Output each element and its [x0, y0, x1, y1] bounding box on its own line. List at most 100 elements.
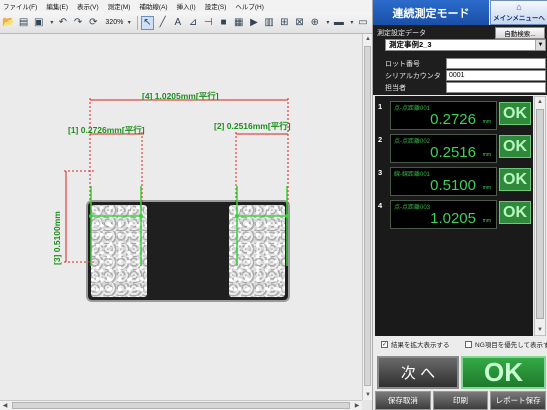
image-viewport[interactable]: [4] 1.0205mm[平行] [1] 0.2726mm[平行] [2] 0.…: [0, 34, 362, 400]
color-fill-icon[interactable]: ■: [217, 16, 229, 30]
result-number: 2: [378, 135, 383, 144]
scroll-corner: [362, 400, 372, 410]
select-pointer-icon[interactable]: ↖: [141, 15, 154, 30]
discard-save-button[interactable]: 保存取消: [375, 391, 431, 410]
lot-number-label: ロット番号: [385, 61, 420, 68]
chevron-down-icon[interactable]: ▼: [535, 40, 545, 50]
line-width-icon[interactable]: ▬: [333, 16, 345, 30]
camera-dropdown-icon[interactable]: ▾: [48, 16, 56, 30]
save-report-button[interactable]: レポート保存: [490, 391, 547, 410]
result-ok-badge: OK: [499, 102, 531, 125]
setting-data-select[interactable]: 測定事例2_3 ▼: [385, 39, 546, 51]
next-button[interactable]: 次 へ: [377, 356, 459, 389]
image-vertical-scrollbar[interactable]: ▲ ▼: [362, 34, 372, 400]
crosshair-icon[interactable]: ⊕: [309, 16, 321, 30]
serial-counter-label: シリアルカウンタ: [385, 73, 441, 80]
image-horizontal-scrollbar[interactable]: ◀ ▶: [0, 400, 362, 410]
dimension-label-3[interactable]: [3] 0.5100mm: [52, 211, 62, 265]
text-tool-icon[interactable]: A: [172, 16, 184, 30]
ng-first-option[interactable]: NG項目を優先して表示する: [465, 339, 547, 349]
measure-point[interactable]: [235, 214, 239, 218]
result-unit: mm: [482, 218, 491, 224]
grid-icon[interactable]: ▦: [233, 16, 245, 30]
scroll-thumb[interactable]: [364, 46, 371, 386]
save-icon[interactable]: ▤: [17, 16, 29, 30]
dimension-tool-icon[interactable]: ⊣: [202, 16, 214, 30]
result-ok-badge: OK: [499, 168, 531, 191]
line-width-dropdown-icon[interactable]: ▾: [348, 16, 356, 30]
zoom-dropdown-icon[interactable]: ▾: [125, 16, 133, 30]
toolbar: 📂 ▤ ▣ ▾ ↶ ↷ ⟳ 320% ▾ ↖ ╱ A ⊿ ⊣ ■ ▦ ▶ ▥ ⊞…: [0, 12, 372, 34]
result-value-box: 線-線距離001 0.5100 mm: [390, 167, 497, 196]
result-row[interactable]: 4 点-点距離003 1.0205 mm OK: [375, 197, 533, 230]
bottom-buttons: 保存取消 印刷 レポート保存: [373, 391, 547, 410]
menu-edit[interactable]: 編集(E): [46, 1, 68, 11]
menu-help[interactable]: ヘルプ(H): [235, 1, 264, 11]
dimension-label-1[interactable]: [1] 0.2726mm[平行]: [68, 124, 145, 136]
measure-point[interactable]: [139, 214, 143, 218]
menu-file[interactable]: ファイル(F): [3, 1, 37, 11]
ng-first-checkbox[interactable]: [465, 340, 472, 348]
result-name: 点-点距離002: [394, 139, 431, 145]
play-icon[interactable]: ▶: [248, 16, 260, 30]
lot-number-field[interactable]: [446, 58, 546, 69]
results-list: 1 点-点距離001 0.2726 mm OK 2 点-点距離002 0.251…: [375, 96, 533, 336]
camera-icon[interactable]: ▣: [33, 16, 45, 30]
enlarge-results-label: 結果を拡大表示する: [391, 342, 450, 349]
serial-counter-field[interactable]: 0001: [446, 70, 546, 81]
open-folder-icon[interactable]: 📂: [2, 16, 14, 30]
enlarge-results-option[interactable]: ✓ 結果を拡大表示する: [381, 339, 450, 349]
scroll-down-icon[interactable]: ▼: [535, 325, 545, 335]
menu-bar: ファイル(F) 編集(E) 表示(V) 測定(M) 補助線(A) 挿入(I) 設…: [0, 0, 372, 12]
crosshair-dropdown-icon[interactable]: ▾: [324, 16, 332, 30]
dimension-label-2[interactable]: [2] 0.2516mm[平行]: [214, 120, 291, 132]
overall-ok-indicator: OK: [461, 356, 546, 389]
main-menu-button[interactable]: ⌂ メインメニューへ: [490, 0, 547, 25]
menu-view[interactable]: 表示(V): [77, 1, 99, 11]
stop-icon[interactable]: ▥: [263, 16, 275, 30]
person-label: 担当者: [385, 85, 406, 92]
menu-measure[interactable]: 測定(M): [108, 1, 131, 11]
menu-insert[interactable]: 挿入(I): [177, 1, 196, 11]
line-tool-icon[interactable]: ╱: [157, 16, 169, 30]
result-value: 0.2516: [430, 144, 476, 161]
undo-icon[interactable]: ↶: [57, 16, 69, 30]
result-row[interactable]: 3 線-線距離001 0.5100 mm OK: [375, 164, 533, 197]
measure-point[interactable]: [285, 214, 289, 218]
mode-title: 連続測定モード: [373, 0, 489, 25]
auxline-tool-icon[interactable]: ⊿: [187, 16, 199, 30]
person-field[interactable]: [446, 82, 546, 93]
scroll-thumb[interactable]: [12, 402, 350, 409]
result-name: 線-線距離001: [394, 172, 431, 178]
measure-point[interactable]: [89, 214, 93, 218]
measure-mode-icon[interactable]: ⊠: [293, 16, 305, 30]
result-ok-badge: OK: [499, 201, 531, 224]
scroll-up-icon[interactable]: ▲: [535, 97, 545, 107]
scroll-right-icon[interactable]: ▶: [352, 401, 362, 410]
enlarge-results-checkbox[interactable]: ✓: [381, 340, 388, 348]
print-button[interactable]: 印刷: [432, 391, 489, 410]
result-unit: mm: [482, 152, 491, 158]
result-value: 0.2726: [430, 111, 476, 128]
setting-data-label: 測定設定データ: [377, 30, 426, 37]
rotate-icon[interactable]: ⟳: [87, 16, 99, 30]
redo-icon[interactable]: ↷: [72, 16, 84, 30]
scroll-left-icon[interactable]: ◀: [0, 401, 10, 410]
menu-settings[interactable]: 設定(S): [205, 1, 227, 11]
zoom-level[interactable]: 320%: [105, 19, 123, 26]
result-value: 1.0205: [430, 210, 476, 227]
result-unit: mm: [482, 119, 491, 125]
align-icon[interactable]: ⊞: [278, 16, 290, 30]
menu-auxline[interactable]: 補助線(A): [139, 1, 167, 11]
result-value: 0.5100: [430, 177, 476, 194]
result-value-box: 点-点距離001 0.2726 mm: [390, 101, 497, 130]
color-picker-icon[interactable]: ▭: [357, 16, 369, 30]
result-row[interactable]: 2 点-点距離002 0.2516 mm OK: [375, 131, 533, 164]
result-row[interactable]: 1 点-点距離001 0.2726 mm OK: [375, 98, 533, 131]
setting-area: 測定設定データ 自動検索... 測定事例2_3 ▼ ロット番号 シリアルカウンタ…: [373, 25, 547, 95]
dimension-label-4[interactable]: [4] 1.0205mm[平行]: [142, 90, 219, 102]
continuous-measure-panel: 連続測定モード ⌂ メインメニューへ 測定設定データ 自動検索... 測定事例2…: [372, 0, 547, 410]
results-scrollbar[interactable]: ▲ ▼: [534, 96, 546, 336]
auto-search-button[interactable]: 自動検索...: [495, 27, 545, 39]
scroll-thumb[interactable]: [536, 109, 544, 319]
